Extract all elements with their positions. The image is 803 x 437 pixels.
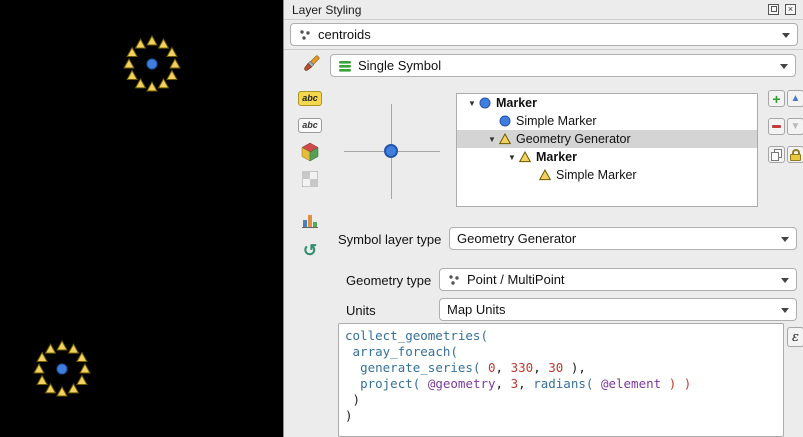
tree-item-label: Simple Marker	[516, 114, 597, 128]
move-down-button[interactable]: ▼	[787, 118, 803, 135]
masks-abc-icon: abc	[298, 118, 322, 133]
layer-selector[interactable]: centroids	[290, 23, 798, 46]
symbol-layer-type-label: Symbol layer type	[338, 232, 441, 247]
marker-yellow-triangle-icon	[499, 133, 511, 145]
undock-icon[interactable]	[768, 4, 779, 15]
multipoint-icon	[447, 273, 461, 287]
marker-yellow-triangle-icon	[519, 151, 531, 163]
symbol-tree-row[interactable]: Simple Marker	[457, 112, 757, 130]
map-canvas[interactable]	[0, 0, 283, 437]
panel-title: Layer Styling	[292, 3, 361, 17]
symbol-layer-type-value: Geometry Generator	[457, 231, 576, 246]
layer-selector-value: centroids	[318, 27, 371, 42]
tab-transparency[interactable]	[297, 167, 323, 191]
units-label: Units	[346, 303, 376, 318]
geometry-type-value: Point / MultiPoint	[467, 272, 565, 287]
symbol-tree: ▼MarkerSimple Marker▼Geometry Generator▼…	[456, 93, 758, 207]
cube-3d-icon	[300, 142, 320, 162]
preview-marker-dot	[384, 144, 398, 158]
history-arrow-icon: ↺	[303, 242, 317, 259]
symbol-tree-row[interactable]: ▼ Marker	[457, 148, 757, 166]
expand-arrow-icon[interactable]: ▼	[485, 135, 499, 144]
tab-labels[interactable]: abc	[297, 86, 323, 110]
move-up-button[interactable]: ▲	[787, 90, 803, 107]
single-symbol-icon	[338, 59, 352, 73]
tab-3d-view[interactable]	[297, 140, 323, 164]
renderer-value: Single Symbol	[358, 58, 441, 73]
checkerboard-icon	[302, 171, 318, 187]
duplicate-button[interactable]	[768, 146, 785, 163]
symbol-layer-type-select[interactable]: Geometry Generator	[449, 227, 797, 250]
code-line: collect_geometries(	[345, 328, 777, 344]
header-divider	[284, 49, 803, 50]
paintbrush-icon	[299, 53, 322, 76]
screenshot-root: Layer Styling × centroids	[0, 0, 803, 437]
layer-styling-panel: Layer Styling × centroids	[283, 0, 803, 437]
arrow-up-icon: ▲	[791, 94, 801, 104]
remove-symbol-layer-button[interactable]	[768, 118, 785, 135]
epsilon-expression-button[interactable]: ε	[787, 327, 803, 347]
tab-diagrams[interactable]	[297, 207, 323, 231]
tab-masks[interactable]: abc	[297, 113, 323, 137]
lock-icon	[790, 149, 801, 161]
duplicate-icon	[771, 149, 783, 161]
tab-history[interactable]: ↺	[297, 238, 323, 262]
close-icon[interactable]: ×	[785, 4, 796, 15]
tree-item-label: Marker	[536, 150, 577, 164]
code-line: generate_series( 0, 330, 30 ),	[345, 360, 777, 376]
lock-colors-button[interactable]	[787, 146, 803, 163]
tree-item-label: Simple Marker	[556, 168, 637, 182]
code-line: project( @geometry, 3, radians( @element…	[345, 376, 777, 392]
expand-arrow-icon[interactable]: ▼	[505, 153, 519, 162]
point-layer-icon	[298, 28, 312, 42]
marker-blue-circle-icon	[479, 97, 491, 109]
expression-editor-code[interactable]: collect_geometries( array_foreach( gener…	[338, 323, 784, 437]
arrow-down-icon: ▼	[791, 122, 801, 132]
symbol-tree-row[interactable]: ▼ Geometry Generator	[457, 130, 757, 148]
minus-icon	[772, 125, 781, 128]
geometry-type-label: Geometry type	[346, 273, 431, 288]
marker-blue-circle-icon	[499, 115, 511, 127]
tree-item-label: Marker	[496, 96, 537, 110]
renderer-select[interactable]: Single Symbol	[330, 54, 796, 77]
code-line: )	[345, 408, 777, 424]
map-symbols	[0, 0, 283, 437]
code-line: )	[345, 392, 777, 408]
titlebar-divider	[284, 19, 803, 20]
bar-chart-icon	[301, 211, 319, 228]
symbol-tree-row[interactable]: ▼ Marker	[457, 94, 757, 112]
code-line: array_foreach(	[345, 344, 777, 360]
tree-item-label: Geometry Generator	[516, 132, 631, 146]
tab-symbology[interactable]	[297, 52, 323, 76]
symbol-tree-row[interactable]: Simple Marker	[457, 166, 757, 184]
plus-icon: +	[772, 92, 780, 106]
labels-abc-icon: abc	[298, 91, 322, 106]
add-symbol-layer-button[interactable]: +	[768, 90, 785, 107]
units-value: Map Units	[447, 302, 506, 317]
marker-yellow-triangle-icon	[539, 169, 551, 181]
units-select[interactable]: Map Units	[439, 298, 797, 321]
expand-arrow-icon[interactable]: ▼	[465, 99, 479, 108]
geometry-type-select[interactable]: Point / MultiPoint	[439, 268, 797, 291]
